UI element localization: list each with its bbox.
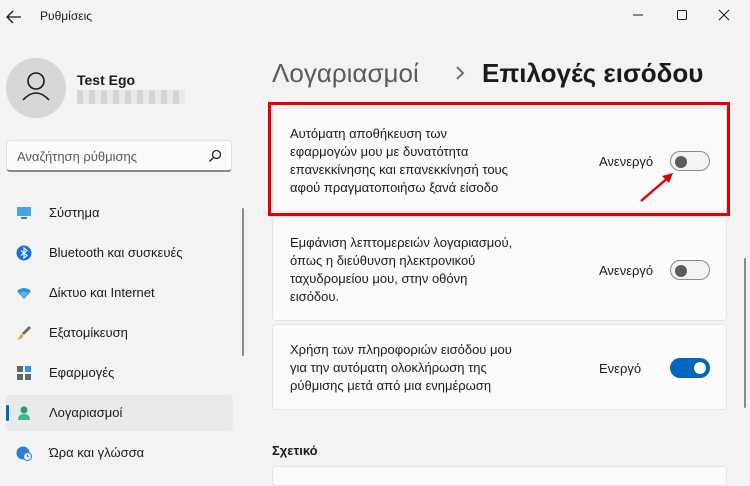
minimize-icon[interactable] [626, 6, 650, 24]
sidebar-item-label: Εφαρμογές [49, 365, 115, 380]
clock-globe-icon [16, 446, 32, 461]
sidebar-item-personalization[interactable]: Εξατομίκευση [6, 315, 233, 351]
sidebar-item-label: Δίκτυο και Internet [49, 285, 155, 300]
annotation-arrow-icon [640, 173, 673, 202]
sidebar-item-apps[interactable]: Εφαρμογές [6, 355, 233, 391]
setting-line: εισόδου. [290, 289, 340, 304]
sidebar-item-label: Εξατομίκευση [49, 325, 128, 340]
search-input[interactable]: Αναζήτηση ρύθμισης [17, 149, 137, 164]
account-details-toggle[interactable] [670, 260, 710, 280]
page-title: Επιλογές εισόδου [482, 58, 704, 88]
breadcrumb-parent[interactable]: Λογαριασμοί [272, 58, 419, 89]
sidebar-scrollbar[interactable] [242, 208, 244, 356]
sidebar-item-label: Λογαριασμοί [49, 405, 123, 420]
person-icon [22, 72, 50, 101]
selection-indicator [6, 405, 9, 421]
blurred-email [77, 90, 185, 104]
sidebar-item-system[interactable]: Σύστημα [6, 195, 233, 231]
related-card[interactable] [272, 466, 727, 486]
close-icon[interactable] [712, 6, 736, 24]
monitor-icon [17, 207, 31, 219]
sidebar-item-network[interactable]: Δίκτυο και Internet [6, 275, 233, 311]
avatar [6, 58, 66, 118]
setting-description: Εμφάνιση λεπτομερειών λογαριασμού, όπως … [290, 234, 512, 306]
setting-line: όπως η διεύθυνση ηλεκτρονικού [290, 253, 476, 268]
setting-line: ταχυδρομείου μου, στην οθόνη [290, 271, 468, 286]
main-scrollbar[interactable] [744, 258, 746, 408]
apps-icon [17, 366, 31, 380]
sidebar-item-label: Σύστημα [49, 205, 100, 220]
toggle-knob [675, 265, 687, 277]
app-title: Ρυθμίσεις [40, 9, 93, 23]
setting-card-account-details: Εμφάνιση λεπτομερειών λογαριασμού, όπως … [272, 216, 727, 321]
sidebar-item-bluetooth[interactable]: Bluetooth και συσκευές [6, 235, 233, 271]
toggle-state-label: Ενεργό [599, 361, 642, 376]
setting-line: ρύθμισης μετά από μια ενημέρωση [290, 378, 492, 393]
sidebar-item-label: Ώρα και γλώσσα [49, 445, 145, 460]
sidebar-item-time-language[interactable]: Ώρα και γλώσσα [6, 435, 233, 471]
search-icon[interactable] [208, 149, 222, 163]
sidebar-item-accounts[interactable]: Λογαριασμοί [6, 395, 233, 431]
toggle-knob [694, 362, 706, 374]
search-box[interactable]: Αναζήτηση ρύθμισης [6, 140, 232, 172]
chevron-right-icon [456, 66, 465, 80]
setting-description: Χρήση των πληροφοριών εισόδου μου για τη… [290, 341, 512, 395]
toggle-state-label: Ανενεργό [599, 263, 654, 278]
maximize-icon[interactable] [670, 6, 694, 24]
paintbrush-icon [17, 326, 31, 340]
person-icon [18, 406, 30, 420]
wifi-icon [17, 288, 31, 299]
setting-card-sign-in-info: Χρήση των πληροφοριών εισόδου μου για τη… [272, 324, 727, 410]
bluetooth-icon [16, 245, 32, 261]
back-arrow-icon[interactable] [6, 10, 22, 24]
setting-line: Χρήση των πληροφοριών εισόδου μου [290, 342, 512, 357]
related-section-title: Σχετικό [272, 443, 318, 458]
sidebar-item-label: Bluetooth και συσκευές [49, 245, 183, 260]
setting-line: για την αυτόματη ολοκλήρωση της [290, 360, 487, 375]
sign-in-info-toggle[interactable] [670, 358, 710, 378]
setting-line: Εμφάνιση λεπτομερειών λογαριασμού, [290, 235, 513, 250]
user-name: Test Ego [77, 72, 136, 88]
